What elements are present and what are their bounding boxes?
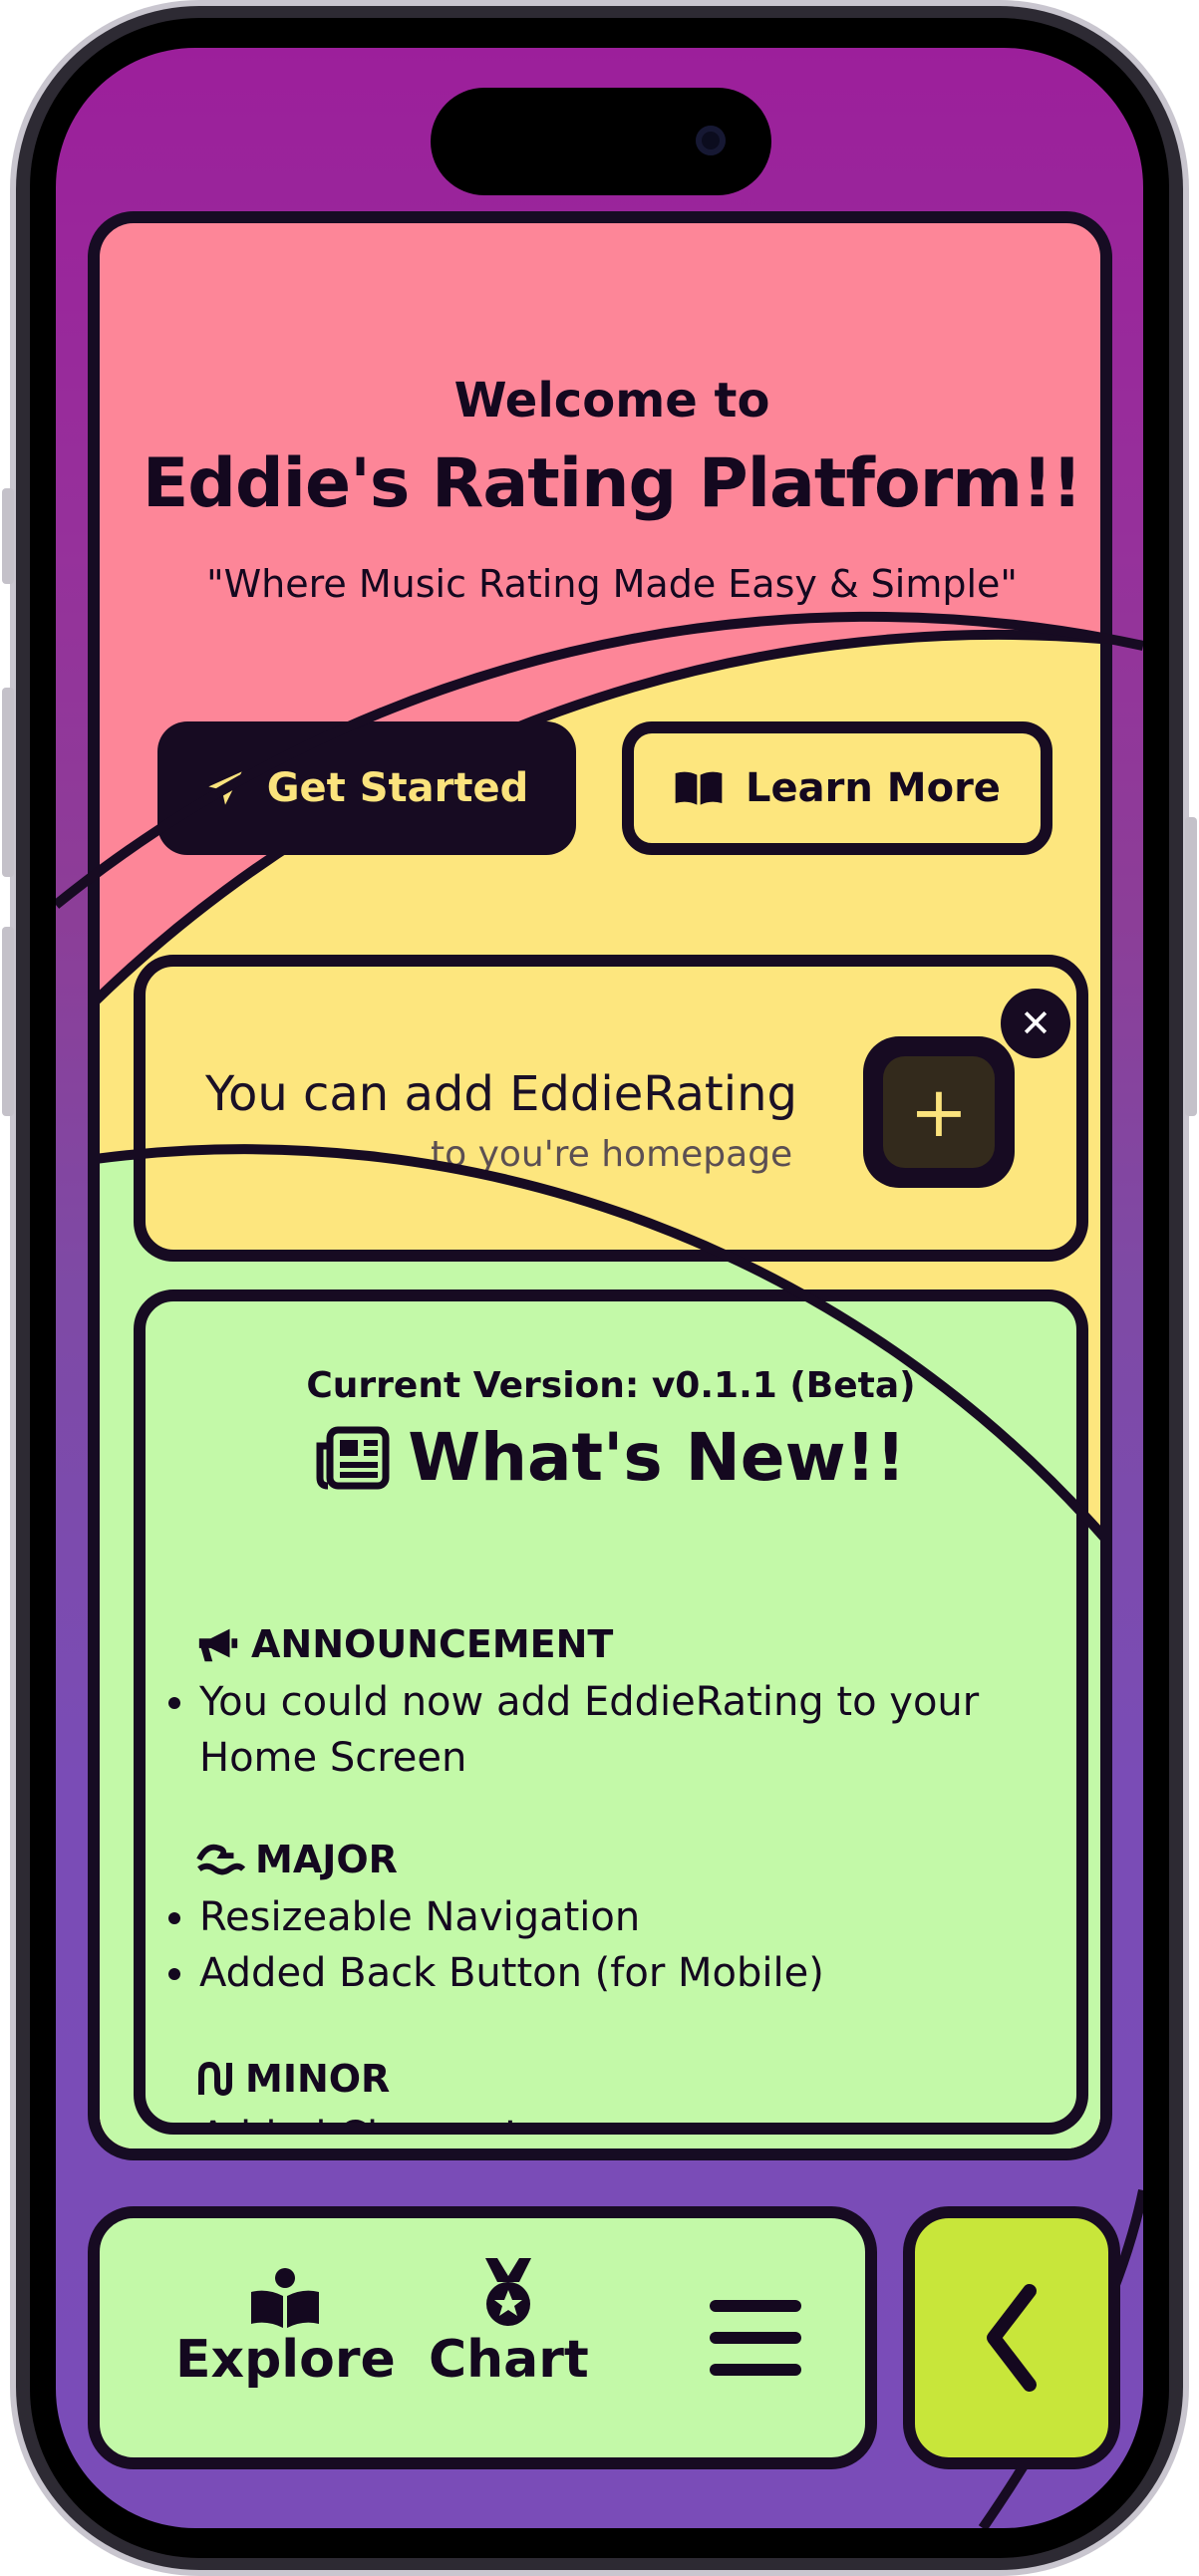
main-content-card: Welcome to Eddie's Rating Platform!! "Wh… [88, 211, 1112, 2160]
phone-volume-down [2, 927, 14, 1116]
install-prompt-title: You can add EddieRating [205, 1066, 797, 1122]
section-announcement-title: ANNOUNCEMENT [195, 1622, 613, 1666]
install-prompt-card: You can add EddieRating to you're homepa… [134, 955, 1088, 1262]
get-started-button[interactable]: Get Started [157, 721, 576, 855]
chevron-left-icon [987, 2284, 1037, 2392]
book-reader-icon [251, 2268, 320, 2328]
megaphone-icon [198, 1628, 238, 1662]
medal-icon [485, 2258, 532, 2326]
front-camera [696, 126, 726, 155]
page-title: Eddie's Rating Platform!! [142, 444, 1082, 523]
section-minor-title: MINOR [195, 2057, 390, 2101]
screen: Welcome to Eddie's Rating Platform!! "Wh… [56, 48, 1143, 2528]
version-text: Current Version: v0.1.1 (Beta) [306, 1365, 916, 1406]
minor-list: Added Change Log [146, 2109, 1003, 2123]
get-started-label: Get Started [266, 765, 529, 811]
section-major-title: MAJOR [195, 1838, 398, 1881]
newspaper-icon [316, 1426, 390, 1489]
back-button[interactable] [903, 2206, 1120, 2469]
whats-new-heading: What's New!! [146, 1419, 1076, 1496]
plus-icon: + [883, 1056, 995, 1168]
install-prompt-subtitle: to you're homepage [431, 1134, 793, 1175]
close-icon[interactable]: ✕ [1001, 989, 1070, 1058]
explore-label: Explore [175, 2330, 396, 2390]
list-item: Added Back Button (for Mobile) [199, 1945, 1003, 2001]
list-item: Added Change Log [199, 2109, 1003, 2123]
add-to-homescreen-button[interactable]: + [863, 1036, 1015, 1188]
nav-item-explore[interactable]: Explore [175, 2266, 396, 2390]
squiggle-icon [198, 2061, 232, 2097]
whats-new-title: What's New!! [408, 1419, 906, 1496]
welcome-text: Welcome to [453, 373, 770, 429]
list-item: You could now add EddieRating to your Ho… [199, 1674, 1003, 1786]
bottom-navigation: Explore Chart [88, 2206, 877, 2469]
paper-plane-icon [208, 771, 242, 805]
learn-more-button[interactable]: Learn More [622, 721, 1052, 855]
whats-new-card: Current Version: v0.1.1 (Beta) What's Ne… [134, 1289, 1088, 2135]
major-list: Resizeable Navigation Added Back Button … [146, 1889, 1003, 2001]
phone-volume-up [2, 688, 14, 877]
book-open-icon [675, 771, 723, 805]
chart-label: Chart [429, 2330, 589, 2390]
learn-more-label: Learn More [746, 765, 1001, 811]
tagline: "Where Music Rating Made Easy & Simple" [206, 562, 1018, 606]
announcement-list: You could now add EddieRating to your Ho… [146, 1674, 1003, 1786]
phone-action-button [2, 488, 14, 584]
nav-item-chart[interactable]: Chart [429, 2254, 589, 2390]
list-item: Resizeable Navigation [199, 1889, 1003, 1945]
hamburger-icon[interactable] [710, 2298, 801, 2378]
wave-icon [196, 1844, 245, 1875]
phone-power-button [1185, 817, 1197, 1116]
